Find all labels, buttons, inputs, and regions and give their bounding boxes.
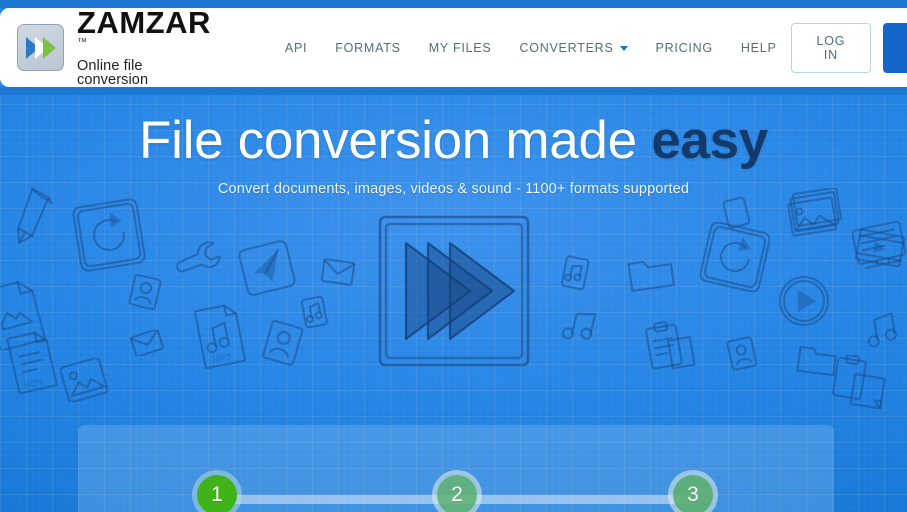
fast-forward-sketch-icon — [378, 215, 530, 367]
brand-wordmark: ZAMZAR — [77, 5, 211, 41]
page-background: MP3 MOV ZAMZAR™ Online file conversion A… — [0, 0, 907, 512]
trademark-symbol: ™ — [77, 37, 87, 49]
step-1[interactable]: 1 — [192, 470, 242, 512]
zamzar-chevrons-logo — [17, 24, 64, 71]
bottom-accent-strip — [0, 87, 907, 95]
header-actions: LOG IN SIGN UP — [790, 22, 907, 73]
nav-formats[interactable]: FORMATS — [321, 35, 414, 61]
headline-text: File conversion made — [139, 111, 652, 170]
nav-my-files[interactable]: MY FILES — [415, 35, 506, 61]
step-3-number: 3 — [687, 483, 699, 506]
nav-pricing[interactable]: PRICING — [642, 35, 727, 61]
hero-section: File conversion made easy Convert docume… — [0, 95, 907, 512]
nav-label: CONVERTERS — [519, 40, 614, 55]
nav-label: HELP — [740, 40, 777, 55]
nav-converters[interactable]: CONVERTERS — [505, 35, 641, 61]
chevron-down-icon — [619, 46, 628, 51]
log-in-button[interactable]: LOG IN — [790, 22, 872, 73]
step-3[interactable]: 3 — [668, 470, 718, 512]
conversion-panel: 1 2 3 — [78, 425, 834, 512]
main-navigation: API FORMATS MY FILES CONVERTERS PRICING … — [271, 35, 791, 61]
sign-up-button[interactable]: SIGN UP — [883, 22, 907, 73]
nav-help[interactable]: HELP — [727, 35, 791, 61]
hero-subtitle: Convert documents, images, videos & soun… — [217, 180, 690, 197]
brand-name: ZAMZAR™ — [77, 7, 211, 55]
step-1-number: 1 — [211, 483, 223, 506]
brand-tagline: Online file conversion — [77, 57, 149, 89]
step-indicator: 1 2 3 — [78, 470, 834, 512]
step-2-number: 2 — [451, 483, 463, 506]
nav-api[interactable]: API — [271, 35, 321, 61]
nav-label: PRICING — [655, 40, 713, 55]
site-header: ZAMZAR™ Online file conversion API FORMA… — [0, 7, 907, 87]
nav-label: MY FILES — [428, 40, 492, 55]
page-title: File conversion made easy — [0, 113, 907, 169]
headline-emphasis: easy — [651, 111, 768, 170]
nav-label: FORMATS — [335, 40, 401, 55]
nav-label: API — [284, 40, 308, 55]
logo[interactable]: ZAMZAR™ Online file conversion — [17, 7, 211, 87]
step-2[interactable]: 2 — [432, 470, 482, 512]
